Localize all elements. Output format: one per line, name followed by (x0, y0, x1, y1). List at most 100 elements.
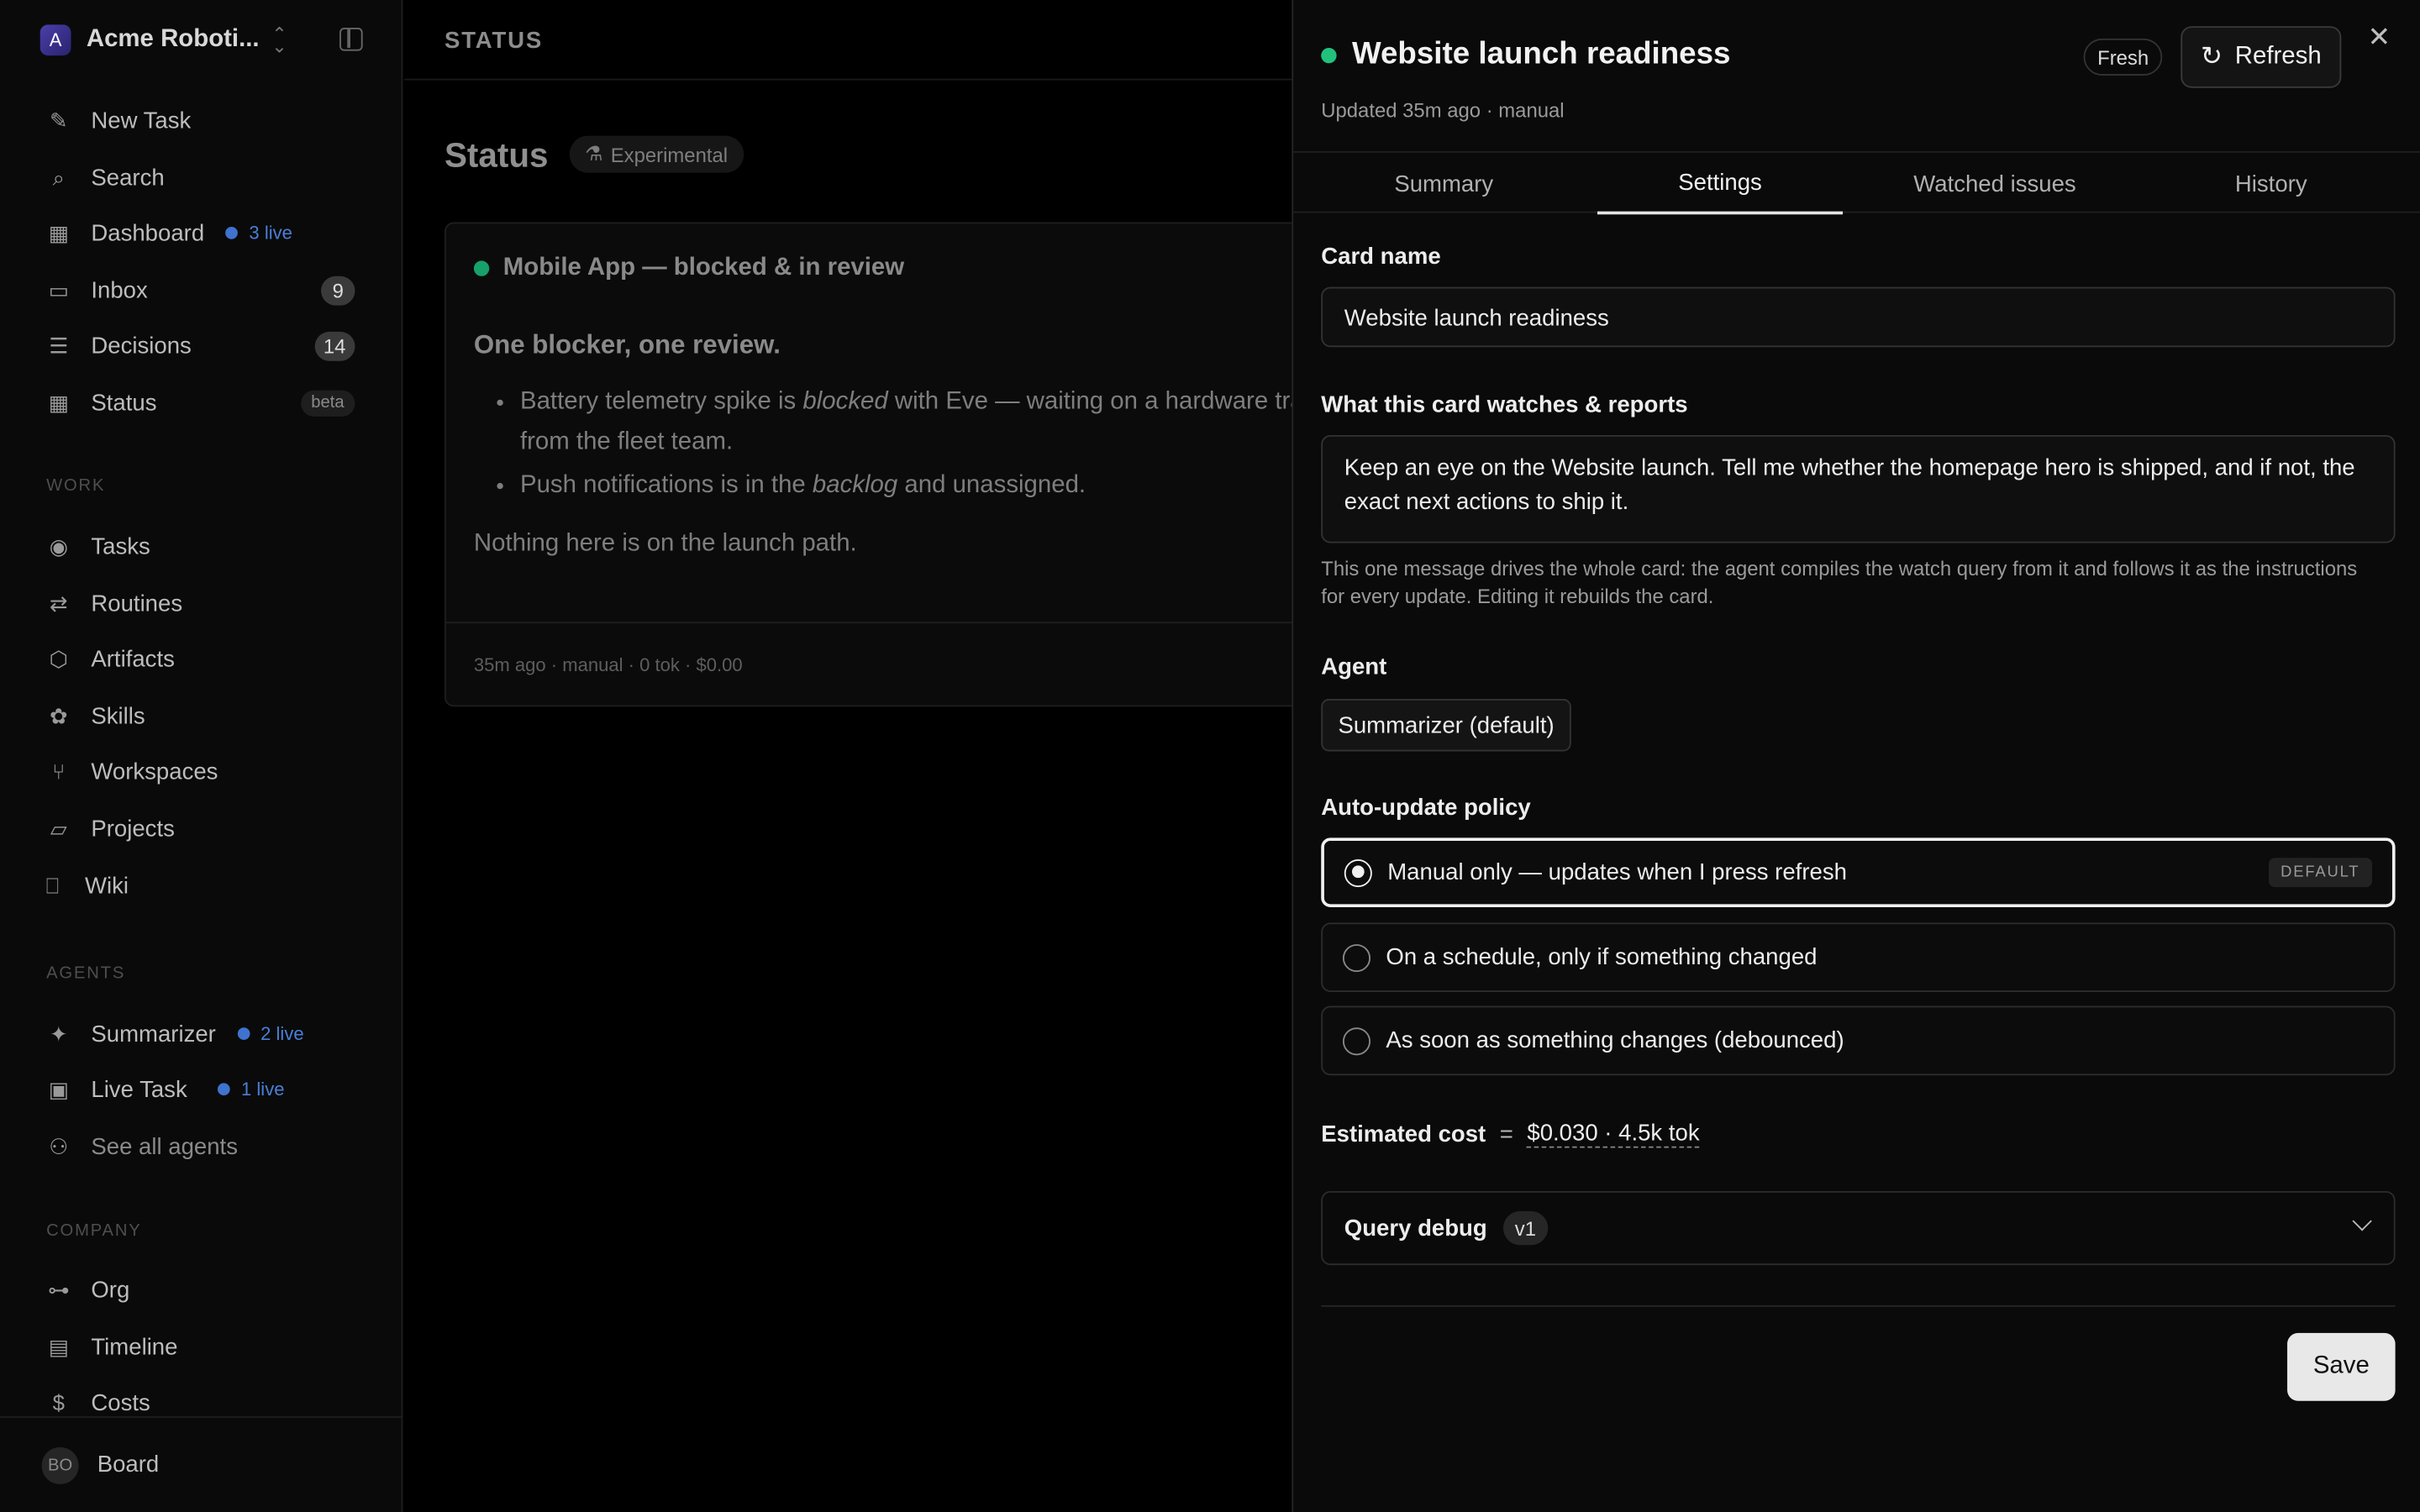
nav-artifacts[interactable]: ⬡ Artifacts (46, 642, 355, 675)
nav-new-task[interactable]: ✎ New Task (46, 103, 355, 137)
page-title: Status (444, 135, 549, 175)
branch-icon: ⑂ (52, 759, 66, 785)
dashboard-icon: ▦ (48, 219, 69, 245)
search-icon: ⌕ (52, 164, 65, 189)
nav-workspaces[interactable]: ⑂ Workspaces (46, 754, 355, 788)
card-name-input[interactable]: Website launch readiness (1321, 286, 2396, 348)
radio-unselected[interactable] (1342, 943, 1371, 972)
status-dot (1321, 47, 1337, 63)
refresh-icon: ↻ (2200, 41, 2223, 71)
beta-badge: beta (300, 389, 355, 416)
nav-decisions[interactable]: ☰ Decisions 14 (46, 328, 355, 362)
nav-inbox[interactable]: ▭ Inbox 9 (46, 273, 355, 307)
inbox-count-badge: 9 (321, 275, 355, 305)
section-agents-label: AGENTS (46, 963, 126, 983)
nav-see-all-agents[interactable]: ⚇ See all agents (46, 1129, 355, 1163)
sidebar: A Acme Roboti... ⌃ ⌄ ✎ New Task ⌕ Search ▦ D… (0, 0, 403, 1512)
live-indicator: 3 live (225, 222, 292, 244)
close-icon[interactable]: ✕ (2368, 22, 2391, 55)
agent-select[interactable]: Summarizer (default) (1321, 699, 1571, 752)
status-card[interactable]: Mobile App — blocked & in review One blo… (444, 222, 1333, 707)
list-item: Battery telemetry spike is blocked with … (520, 383, 1338, 464)
watch-help-text: This one message drives the whole card: … (1321, 557, 2358, 608)
workspace-switcher[interactable]: A Acme Roboti... ⌃ ⌄ (39, 22, 365, 59)
inbox-icon: ▭ (48, 276, 69, 302)
status-card-header: Mobile App — blocked & in review (473, 255, 904, 282)
fresh-badge: Fresh (2083, 38, 2163, 76)
sparkle-icon: ✦ (50, 1020, 68, 1046)
grid-icon: ▦ (48, 389, 69, 415)
topbar: STATUS (404, 0, 1292, 81)
version-badge: v1 (1502, 1210, 1549, 1246)
query-debug-toggle[interactable]: Query debug v1 (1321, 1190, 2396, 1266)
list-item: Push notifications is in the backlog and… (520, 466, 1338, 507)
default-badge: DEFAULT (2268, 858, 2373, 888)
experimental-badge: ⚗ Experimental (569, 135, 744, 173)
tab-settings[interactable]: Settings (1597, 153, 1844, 215)
org-chart-icon: ⊶ (47, 1276, 70, 1302)
nav-agent-summarizer[interactable]: ✦ Summarizer 2 live (46, 1016, 355, 1050)
policy-option-schedule[interactable]: On a schedule, only if something changed (1321, 922, 2396, 993)
status-card-footer: 35m ago · manual · 0 tok · $0.00 (445, 622, 1331, 706)
card-settings-panel: Website launch readiness Updated 35m ago… (1292, 0, 2420, 1512)
policy-option-manual[interactable]: Manual only — updates when I press refre… (1321, 837, 2396, 907)
nav-tasks[interactable]: ◉ Tasks (46, 529, 355, 563)
estimated-cost: Estimated cost = $0.030 · 4.5k tok (1321, 1120, 1700, 1148)
user-name: Board (97, 1452, 160, 1478)
book-icon: ⎕ (45, 872, 60, 898)
status-dot (473, 260, 490, 276)
chevron-updown-icon: ⌃ ⌄ (271, 23, 287, 57)
dollar-icon: $ (52, 1389, 65, 1415)
chevron-down-icon (2352, 1211, 2372, 1231)
panel-subtitle: Updated 35m ago · manual (1321, 98, 1565, 123)
avatar: BO (41, 1446, 79, 1484)
nav-timeline[interactable]: ▤ Timeline (46, 1330, 355, 1363)
panel-title: Website launch readiness (1351, 37, 1731, 71)
tab-summary[interactable]: Summary (1321, 153, 1566, 214)
flask-icon: ⚗ (585, 141, 603, 165)
nav-costs[interactable]: $ Costs (46, 1385, 355, 1419)
decisions-count-badge: 14 (313, 330, 355, 360)
users-icon: ⚇ (49, 1133, 69, 1158)
skills-icon: ✿ (50, 702, 68, 728)
nav-skills[interactable]: ✿ Skills (46, 699, 355, 732)
nav-dashboard[interactable]: ▦ Dashboard 3 live (46, 216, 355, 249)
chip-icon: ▣ (48, 1076, 69, 1101)
nav-routines[interactable]: ⇄ Routines (46, 586, 355, 620)
edit-icon: ✎ (50, 107, 68, 133)
refresh-button[interactable]: ↻ Refresh (2181, 26, 2342, 88)
cost-value: $0.030 · 4.5k tok (1527, 1120, 1700, 1148)
radio-selected[interactable] (1344, 858, 1372, 887)
section-company-label: COMPANY (46, 1221, 142, 1241)
circle-dot-icon: ◉ (49, 533, 69, 558)
checklist-icon: ☰ (49, 332, 69, 358)
nav-status[interactable]: ▦ Status beta (46, 386, 355, 419)
divider (1321, 1305, 2396, 1307)
nav-projects[interactable]: ▱ Projects (46, 811, 355, 845)
card-lead: One blocker, one review. (473, 330, 781, 360)
watch-label: What this card watches & reports (1321, 391, 1688, 418)
live-indicator: 2 live (237, 1023, 304, 1044)
radio-unselected[interactable] (1342, 1026, 1371, 1055)
card-closing: Nothing here is on the launch path. (473, 530, 857, 558)
tab-history[interactable]: History (2149, 153, 2394, 214)
collapse-sidebar-icon[interactable] (339, 28, 363, 51)
nav-agent-live-task[interactable]: ▣ Live Task 1 live (46, 1073, 355, 1106)
card-name-label: Card name (1321, 244, 1441, 270)
section-work-label: WORK (46, 476, 106, 496)
main-content: STATUS Status ⚗ Experimental Mobile App —… (404, 0, 1333, 1512)
save-button[interactable]: Save (2287, 1332, 2396, 1401)
timeline-icon: ▤ (48, 1333, 69, 1359)
package-icon: ⬡ (49, 645, 69, 671)
status-card-body: One blocker, one review. Battery telemet… (474, 326, 1339, 565)
sidebar-footer[interactable]: BO Board (0, 1416, 403, 1512)
nav-org[interactable]: ⊶ Org (46, 1273, 355, 1306)
folder-icon: ▱ (50, 815, 67, 841)
watch-textarea[interactable]: Keep an eye on the Website launch. Tell … (1321, 434, 2396, 543)
workspace-logo: A (39, 24, 71, 56)
tab-watched-issues[interactable]: Watched issues (1872, 153, 2118, 214)
workspace-name: Acme Roboti... (86, 26, 260, 53)
nav-wiki[interactable]: ⎕ Wiki (40, 869, 349, 902)
nav-search[interactable]: ⌕ Search (46, 160, 355, 194)
policy-option-debounced[interactable]: As soon as something changes (debounced) (1321, 1005, 2396, 1076)
